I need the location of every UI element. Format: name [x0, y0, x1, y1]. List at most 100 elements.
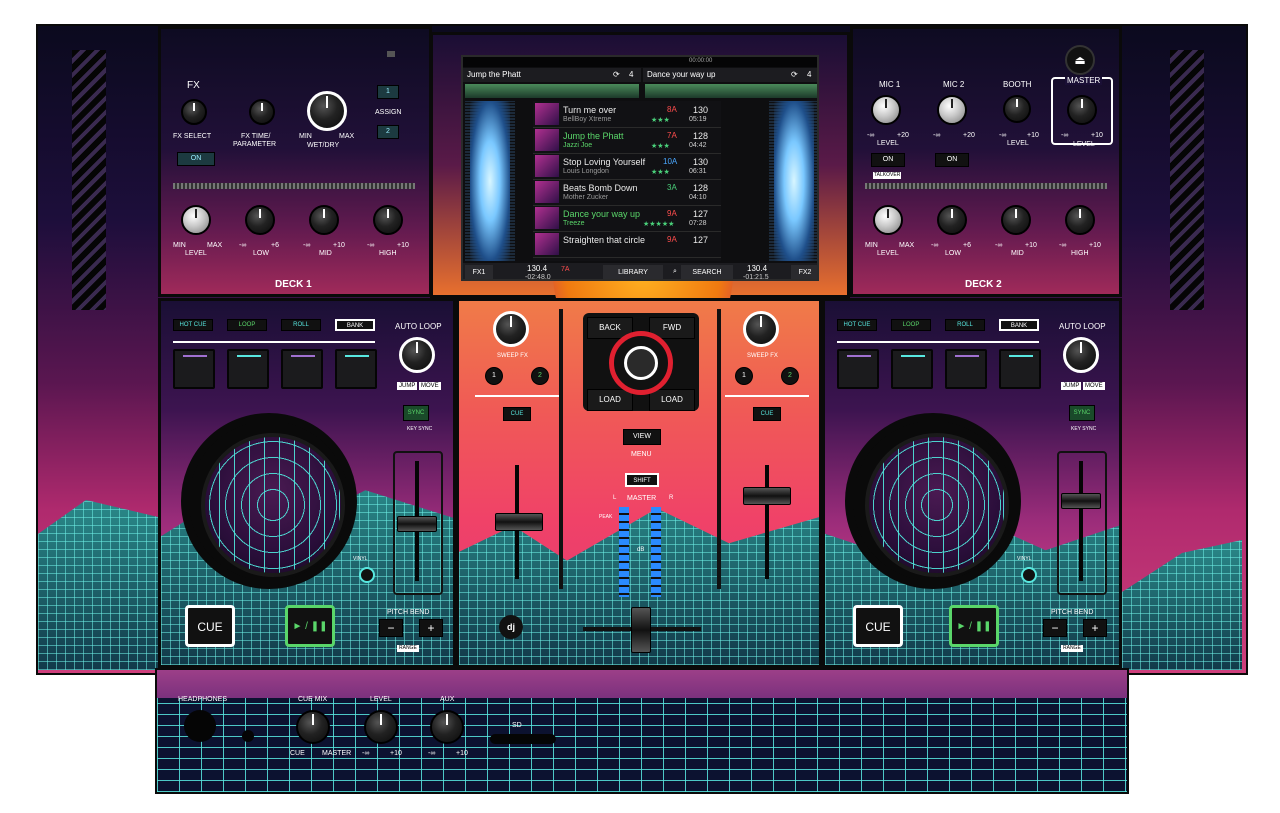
performance-pad-2[interactable] — [891, 349, 933, 389]
sync-button[interactable]: SYNC — [403, 405, 429, 421]
track-row[interactable]: Straighten that circle 9A 127 — [533, 231, 721, 258]
status-time: 00:00:00 — [689, 58, 713, 64]
hot-cue-button[interactable]: HOT CUE — [837, 319, 877, 331]
performance-pad-3[interactable] — [281, 349, 323, 389]
right-fx2-button[interactable]: 2 — [781, 367, 799, 385]
pitch-bend-minus-button[interactable]: − — [1043, 619, 1067, 637]
jog-platter[interactable] — [865, 433, 1009, 577]
play-pause-button[interactable]: ► / ❚❚ — [285, 605, 335, 647]
left-sweep-fx-knob[interactable] — [493, 311, 529, 347]
fx-select-knob[interactable] — [181, 99, 207, 125]
pitch-fader[interactable] — [397, 516, 437, 532]
search-button[interactable]: SEARCH — [681, 265, 733, 279]
cue-button[interactable]: CUE — [853, 605, 903, 647]
deck2-high-knob[interactable] — [1065, 205, 1095, 235]
fx2-screen-button[interactable]: FX2 — [791, 265, 817, 279]
deck2-low-knob[interactable] — [937, 205, 967, 235]
auto-loop-knob[interactable] — [1063, 337, 1099, 373]
deck1-high-knob[interactable] — [373, 205, 403, 235]
touch-screen[interactable]: 00:00:00 Jump the Phatt ⟳ 4 Dance your w… — [461, 55, 819, 281]
fx1-screen-button[interactable]: FX1 — [465, 265, 493, 279]
track-row[interactable]: Dance your way up Treeze 9A ★★★★★ 127 07… — [533, 205, 721, 232]
loop-button[interactable]: LOOP — [227, 319, 267, 331]
deck1-jog-wheel[interactable] — [181, 413, 357, 589]
track-row[interactable]: Stop Loving Yourself Louis Longdon 10A ★… — [533, 153, 721, 180]
mic2-level-knob[interactable] — [937, 95, 967, 125]
roll-button[interactable]: ROLL — [281, 319, 321, 331]
headphones-jack[interactable] — [184, 710, 216, 742]
right-channel-fader[interactable] — [743, 487, 791, 505]
deck2-level-knob[interactable] — [873, 205, 903, 235]
mic1-level-knob[interactable] — [871, 95, 901, 125]
cue-button[interactable]: CUE — [185, 605, 235, 647]
aux-level-knob[interactable] — [430, 710, 464, 744]
performance-pad-4[interactable] — [335, 349, 377, 389]
performance-pad-2[interactable] — [227, 349, 269, 389]
performance-pad-1[interactable] — [173, 349, 215, 389]
view-button[interactable]: VIEW — [623, 429, 661, 445]
pitch-fader[interactable] — [1061, 493, 1101, 509]
performance-pad-3[interactable] — [945, 349, 987, 389]
headphone-level-knob[interactable] — [364, 710, 398, 744]
deck1-low-knob[interactable] — [245, 205, 275, 235]
cue-mix-knob[interactable] — [296, 710, 330, 744]
sd-card-slot[interactable] — [490, 734, 556, 744]
deck-a-waveform[interactable] — [465, 101, 515, 261]
right-sweep-fx-knob[interactable] — [743, 311, 779, 347]
roll-button[interactable]: ROLL — [945, 319, 985, 331]
pitch-bend-minus-button[interactable]: − — [379, 619, 403, 637]
vinyl-button[interactable] — [1021, 567, 1037, 583]
track-row[interactable]: Jump the Phatt Jazzi Joe 7A ★★★ 128 04:4… — [533, 127, 721, 154]
bank-button[interactable]: BANK — [999, 319, 1039, 331]
pitch-bend-plus-button[interactable]: + — [419, 619, 443, 637]
assign-1-button[interactable]: 1 — [377, 85, 399, 99]
bank-button[interactable]: BANK — [335, 319, 375, 331]
right-load-button[interactable]: LOAD — [649, 389, 695, 411]
deck2-jog-wheel[interactable] — [845, 413, 1021, 589]
deck-a-overview[interactable] — [465, 84, 639, 98]
left-cue-button[interactable]: CUE — [503, 407, 531, 421]
master-level-knob[interactable] — [1067, 95, 1097, 125]
crossfader[interactable] — [631, 607, 651, 653]
hot-cue-button[interactable]: HOT CUE — [173, 319, 213, 331]
left-channel-fader[interactable] — [495, 513, 543, 531]
mic1-on-button[interactable]: ON — [871, 153, 905, 167]
album-art — [535, 233, 559, 255]
jog-platter[interactable] — [201, 433, 345, 577]
fx-time-knob[interactable] — [249, 99, 275, 125]
left-load-button[interactable]: LOAD — [587, 389, 633, 411]
library-button[interactable]: LIBRARY — [603, 265, 663, 279]
sync-button[interactable]: SYNC — [1069, 405, 1095, 421]
mini-headphones-jack[interactable] — [242, 730, 254, 742]
deck-b-waveform[interactable] — [769, 101, 817, 261]
browse-encoder-ring[interactable] — [609, 331, 673, 395]
assign-label: ASSIGN — [375, 109, 402, 116]
browse-knob[interactable] — [624, 346, 658, 380]
eject-icon[interactable]: ⏏ — [1065, 45, 1095, 75]
loop-button[interactable]: LOOP — [891, 319, 931, 331]
deck1-mid-knob[interactable] — [309, 205, 339, 235]
mic2-on-button[interactable]: ON — [935, 153, 969, 167]
wet-dry-knob[interactable] — [307, 91, 347, 131]
left-fx2-button[interactable]: 2 — [531, 367, 549, 385]
shift-button[interactable]: SHIFT — [625, 473, 659, 487]
left-fx1-button[interactable]: 1 — [485, 367, 503, 385]
deck2-mid-knob[interactable] — [1001, 205, 1031, 235]
track-row[interactable]: Turn me over BellBoy Xtreme 8A ★★★ 130 0… — [533, 101, 721, 128]
auto-loop-knob[interactable] — [399, 337, 435, 373]
track-row[interactable]: Beats Bomb Down Mother Zucker 3A 128 04:… — [533, 179, 721, 206]
deck2-mid-minus: -∞ — [995, 242, 1003, 249]
assign-2-button[interactable]: 2 — [377, 125, 399, 139]
range-label: RANGE — [397, 645, 419, 652]
performance-pad-4[interactable] — [999, 349, 1041, 389]
pitch-bend-plus-button[interactable]: + — [1083, 619, 1107, 637]
performance-pad-1[interactable] — [837, 349, 879, 389]
deck-b-overview[interactable] — [645, 84, 817, 98]
right-cue-button[interactable]: CUE — [753, 407, 781, 421]
fx-on-button[interactable]: ON — [177, 152, 215, 166]
deck1-level-knob[interactable] — [181, 205, 211, 235]
play-pause-button[interactable]: ► / ❚❚ — [949, 605, 999, 647]
vinyl-button[interactable] — [359, 567, 375, 583]
right-fx1-button[interactable]: 1 — [735, 367, 753, 385]
booth-level-knob[interactable] — [1003, 95, 1031, 123]
